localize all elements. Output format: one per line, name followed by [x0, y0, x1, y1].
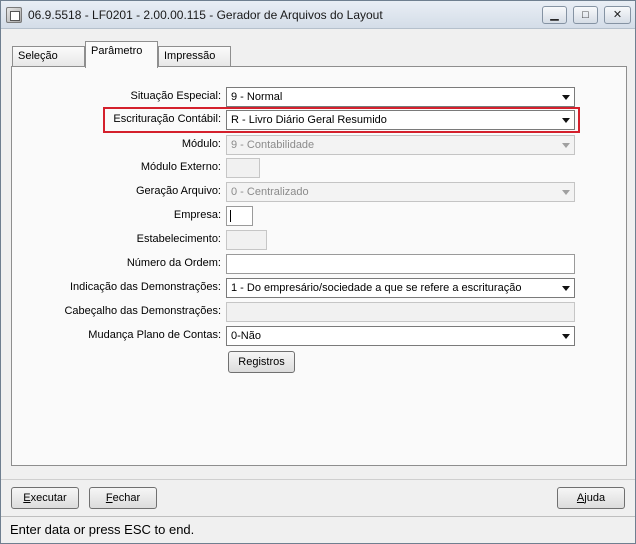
minimize-button[interactable]: ▁ [542, 6, 567, 24]
tab-selecao[interactable]: Seleção [12, 46, 85, 67]
empresa-input[interactable] [226, 206, 253, 226]
modulo-label: Módulo: [181, 138, 221, 150]
mudanca-plano-contas-value: 0-Não [231, 330, 261, 342]
modulo-select: 9 - Contabilidade [226, 135, 575, 155]
row-situacao-especial: Situação Especial: 9 - Normal [12, 87, 628, 107]
escrituracao-contabil-select[interactable]: R - Livro Diário Geral Resumido [226, 110, 575, 130]
maximize-button[interactable]: □ [573, 6, 598, 24]
status-bar: Enter data or press ESC to end. [1, 516, 635, 543]
cabecalho-demonstracoes-label: Cabeçalho das Demonstrações: [64, 305, 221, 317]
row-estabelecimento: Estabelecimento: [12, 230, 628, 250]
fechar-button[interactable]: Fechar [89, 487, 157, 509]
chevron-down-icon[interactable] [562, 286, 570, 291]
ajuda-button[interactable]: Ajuda [557, 487, 625, 509]
chevron-down-icon[interactable] [562, 95, 570, 100]
tab-impressao[interactable]: Impressão [158, 46, 231, 67]
tab-strip: Seleção Parâmetro Impressão [1, 41, 635, 68]
estabelecimento-field [226, 230, 267, 250]
indicacao-demonstracoes-label: Indicação das Demonstrações: [69, 281, 221, 293]
app-icon [6, 7, 22, 23]
escrituracao-contabil-label: Escrituração Contábil: [113, 113, 221, 125]
numero-ordem-label: Número da Ordem: [126, 257, 221, 269]
modulo-externo-label: Módulo Externo: [140, 161, 221, 173]
situacao-especial-value: 9 - Normal [231, 91, 283, 103]
chevron-down-icon[interactable] [562, 118, 570, 123]
title-bar[interactable]: 06.9.5518 - LF0201 - 2.00.00.115 - Gerad… [1, 1, 635, 29]
fechar-label: echar [112, 492, 141, 504]
status-text: Enter data or press ESC to end. [10, 522, 195, 537]
escrituracao-contabil-value: R - Livro Diário Geral Resumido [231, 114, 387, 126]
geracao-arquivo-select: 0 - Centralizado [226, 182, 575, 202]
row-indicacao-demonstracoes: Indicação das Demonstrações: 1 - Do empr… [12, 278, 628, 298]
situacao-especial-label: Situação Especial: [130, 90, 222, 102]
geracao-arquivo-value: 0 - Centralizado [231, 186, 309, 198]
executar-mnemonic: E [23, 492, 31, 504]
close-button[interactable]: ✕ [604, 6, 631, 24]
text-caret [230, 210, 231, 222]
tab-parametro[interactable]: Parâmetro [85, 41, 158, 68]
row-escrituracao-contabil: Escrituração Contábil: R - Livro Diário … [12, 110, 628, 130]
registros-button[interactable]: Registros [228, 351, 295, 373]
numero-ordem-input[interactable] [226, 254, 575, 274]
parametro-panel: Situação Especial: 9 - Normal Escrituraç… [11, 66, 627, 466]
geracao-arquivo-label: Geração Arquivo: [136, 185, 221, 197]
ajuda-label: juda [584, 492, 606, 504]
fechar-mnemonic: F [105, 492, 113, 504]
row-mudanca-plano-contas: Mudança Plano de Contas: 0-Não [12, 326, 628, 346]
estabelecimento-label: Estabelecimento: [136, 233, 221, 245]
row-numero-ordem: Número da Ordem: [12, 254, 628, 274]
modulo-externo-field [226, 158, 260, 178]
row-modulo: Módulo: 9 - Contabilidade [12, 135, 628, 155]
indicacao-demonstracoes-value: 1 - Do empresário/sociedade a que se ref… [231, 282, 522, 294]
window-title: 06.9.5518 - LF0201 - 2.00.00.115 - Gerad… [28, 8, 383, 22]
main-window: 06.9.5518 - LF0201 - 2.00.00.115 - Gerad… [0, 0, 636, 544]
row-cabecalho-demonstracoes: Cabeçalho das Demonstrações: [12, 302, 628, 322]
empresa-label: Empresa: [173, 209, 221, 221]
mudanca-plano-contas-label: Mudança Plano de Contas: [88, 329, 221, 341]
executar-label: xecutar [30, 492, 67, 504]
chevron-down-icon [562, 190, 570, 195]
button-bar: Executar Fechar Ajuda [1, 479, 635, 517]
indicacao-demonstracoes-select[interactable]: 1 - Do empresário/sociedade a que se ref… [226, 278, 575, 298]
modulo-value: 9 - Contabilidade [231, 139, 315, 151]
row-empresa: Empresa: [12, 206, 628, 226]
row-geracao-arquivo: Geração Arquivo: 0 - Centralizado [12, 182, 628, 202]
row-modulo-externo: Módulo Externo: [12, 158, 628, 178]
situacao-especial-select[interactable]: 9 - Normal [226, 87, 575, 107]
cabecalho-demonstracoes-field [226, 302, 575, 322]
chevron-down-icon [562, 143, 570, 148]
executar-button[interactable]: Executar [11, 487, 79, 509]
chevron-down-icon[interactable] [562, 334, 570, 339]
mudanca-plano-contas-select[interactable]: 0-Não [226, 326, 575, 346]
